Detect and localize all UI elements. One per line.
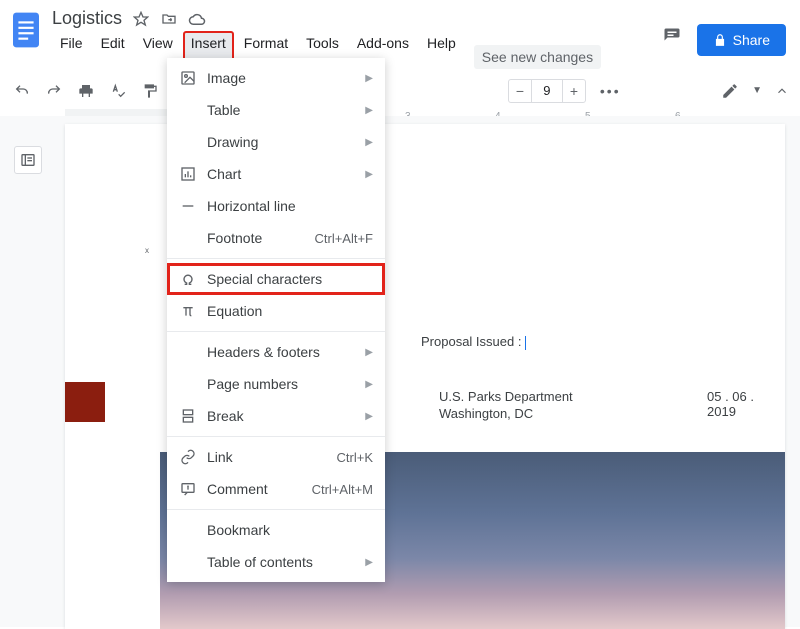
document-canvas: x Proposal Issued : U.S. Parks Departmen… [0, 116, 800, 627]
redo-icon[interactable] [40, 77, 68, 105]
shortcut-label: Ctrl+K [337, 450, 373, 465]
menu-file[interactable]: File [52, 31, 91, 69]
cloud-status-icon[interactable] [188, 10, 206, 28]
insert-equation[interactable]: Equation [167, 295, 385, 327]
font-size-value[interactable]: 9 [531, 80, 563, 102]
insert-break[interactable]: Break ▶ [167, 400, 385, 432]
comments-icon[interactable] [663, 27, 681, 45]
submenu-arrow-icon: ▶ [365, 347, 373, 358]
editing-mode-icon[interactable] [716, 77, 744, 105]
more-tools-icon[interactable]: ••• [600, 83, 621, 99]
docs-logo-icon[interactable] [8, 6, 44, 54]
shortcut-label: Ctrl+Alt+F [314, 231, 373, 246]
font-size-group: − 9 + [508, 79, 586, 103]
text-date: 05 . 06 . 2019 [707, 389, 785, 419]
insert-bookmark[interactable]: Bookmark [167, 514, 385, 546]
menu-separator [167, 509, 385, 510]
insert-toc[interactable]: Table of contents ▶ [167, 546, 385, 578]
submenu-arrow-icon: ▶ [365, 137, 373, 148]
insert-dropdown: Image ▶ Table ▶ Drawing ▶ Chart ▶ Horizo… [167, 58, 385, 582]
insert-link[interactable]: Link Ctrl+K [167, 441, 385, 473]
insert-page-numbers[interactable]: Page numbers ▶ [167, 368, 385, 400]
insert-horizontal-line[interactable]: Horizontal line [167, 190, 385, 222]
insert-comment[interactable]: Comment Ctrl+Alt+M [167, 473, 385, 505]
shortcut-label: Ctrl+Alt+M [312, 482, 373, 497]
red-shape [65, 382, 105, 422]
menu-separator [167, 258, 385, 259]
editing-mode-dropdown-icon[interactable]: ▼ [752, 85, 762, 96]
link-icon [175, 449, 201, 465]
menu-help[interactable]: Help [419, 31, 464, 69]
chart-icon [175, 166, 201, 182]
menu-separator [167, 436, 385, 437]
omega-icon [175, 271, 201, 287]
submenu-arrow-icon: ▶ [365, 169, 373, 180]
comment-icon [175, 481, 201, 497]
submenu-arrow-icon: ▶ [365, 105, 373, 116]
submenu-arrow-icon: ▶ [365, 411, 373, 422]
menu-edit[interactable]: Edit [93, 31, 133, 69]
star-icon[interactable] [132, 10, 150, 28]
print-icon[interactable] [72, 77, 100, 105]
move-folder-icon[interactable] [160, 10, 178, 28]
see-new-changes[interactable]: See new changes [474, 45, 601, 69]
insert-special-characters[interactable]: Special characters [167, 263, 385, 295]
submenu-arrow-icon: ▶ [365, 379, 373, 390]
image-icon [175, 70, 201, 86]
text-city: Washington, DC [439, 406, 533, 421]
insert-drawing[interactable]: Drawing ▶ [167, 126, 385, 158]
text-dept: U.S. Parks Department [439, 389, 573, 404]
page-margin-mark: x [145, 246, 149, 255]
header-bar: Logistics File Edit View Insert Format T… [0, 0, 800, 69]
font-size-decrease[interactable]: − [509, 80, 531, 102]
horizontal-line-icon [175, 198, 201, 214]
submenu-arrow-icon: ▶ [365, 73, 373, 84]
menu-separator [167, 331, 385, 332]
share-button[interactable]: Share [697, 24, 786, 56]
undo-icon[interactable] [8, 77, 36, 105]
insert-footnote[interactable]: Footnote Ctrl+Alt+F [167, 222, 385, 254]
paint-format-icon[interactable] [136, 77, 164, 105]
document-title[interactable]: Logistics [52, 8, 122, 29]
text-proposal-issued: Proposal Issued : [421, 334, 526, 350]
text-cursor [525, 336, 526, 350]
insert-headers-footers[interactable]: Headers & footers ▶ [167, 336, 385, 368]
insert-image[interactable]: Image ▶ [167, 62, 385, 94]
outline-toggle-icon[interactable] [14, 146, 42, 174]
insert-chart[interactable]: Chart ▶ [167, 158, 385, 190]
pi-icon [175, 303, 201, 319]
toolbar: ▼ − 9 + ••• ▼ [0, 71, 800, 111]
spellcheck-icon[interactable] [104, 77, 132, 105]
collapse-toolbar-icon[interactable] [772, 77, 792, 105]
share-label: Share [733, 32, 770, 48]
submenu-arrow-icon: ▶ [365, 557, 373, 568]
break-icon [175, 408, 201, 424]
insert-table[interactable]: Table ▶ [167, 94, 385, 126]
font-size-increase[interactable]: + [563, 80, 585, 102]
